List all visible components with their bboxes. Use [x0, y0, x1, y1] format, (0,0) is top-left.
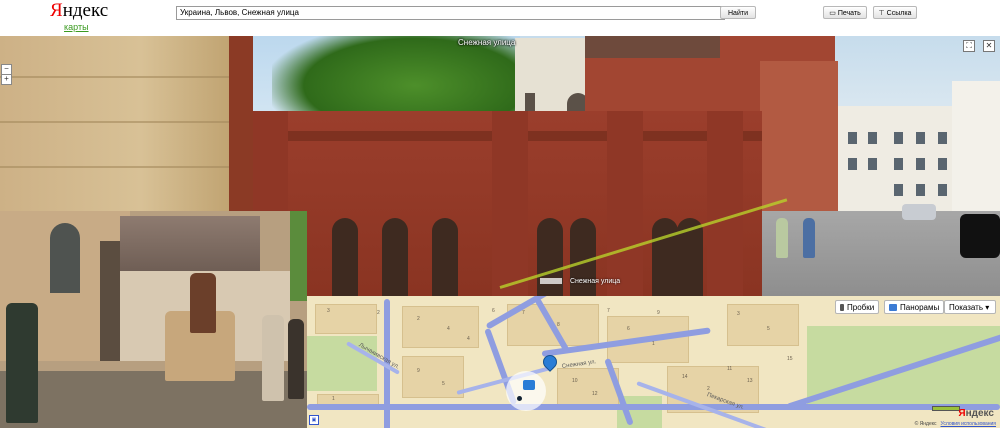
house-number: 4 — [447, 326, 450, 332]
house-number: 3 — [327, 308, 330, 314]
rider-figure — [190, 273, 216, 333]
panorama-street-title: Снежная улица — [458, 38, 516, 47]
house-number: 6 — [627, 326, 630, 332]
house-number: 2 — [417, 316, 420, 322]
pedestrian — [803, 218, 815, 258]
house-number: 1 — [332, 396, 335, 402]
house-number: 1 — [652, 341, 655, 347]
film-still-overlay — [0, 211, 307, 428]
pedestrian — [776, 218, 788, 258]
zoom-in-button[interactable]: + — [1, 74, 12, 85]
dark-wall — [100, 241, 122, 361]
tiled-roof — [120, 216, 260, 271]
house-number: 7 — [522, 310, 525, 316]
link-label: Ссылка — [886, 10, 912, 17]
map-block — [402, 356, 464, 398]
house-number: 7 — [607, 308, 610, 314]
traffic-button[interactable]: Пробки — [835, 300, 880, 314]
parked-car-black — [960, 214, 1000, 258]
terms-link[interactable]: Условия использования — [941, 421, 997, 427]
cobble-street — [0, 371, 307, 428]
house-number: 13 — [747, 378, 753, 384]
panorama-icon — [889, 304, 897, 311]
street-label-text: Снежная улица — [570, 278, 621, 285]
house-number: 4 — [467, 336, 470, 342]
show-dropdown[interactable]: Показать ▾ — [944, 300, 996, 314]
printer-icon: ▭ — [829, 10, 836, 17]
logo-wordmark: Яндекс — [50, 0, 109, 21]
panoramas-label: Панорамы — [900, 303, 940, 312]
white-building — [838, 106, 958, 216]
greenery — [290, 211, 307, 301]
panorama-street-label[interactable]: Снежная улица — [540, 278, 620, 285]
position-dot — [517, 396, 522, 401]
house-number: 11 — [727, 366, 733, 372]
house-number: 5 — [442, 381, 445, 387]
parked-car — [902, 204, 936, 220]
house-number: 15 — [787, 356, 793, 362]
person-figure — [262, 315, 284, 401]
house-number: 9 — [657, 310, 660, 316]
maps-link[interactable]: карты — [64, 22, 89, 32]
house-number: 5 — [767, 326, 770, 332]
chevron-down-icon: ▾ — [985, 303, 990, 312]
map-footer: © Яндекс Условия использования — [915, 421, 996, 427]
print-button[interactable]: ▭ Печать — [823, 6, 867, 19]
camera-icon — [523, 380, 535, 390]
fullscreen-icon[interactable]: ⛶ — [963, 40, 975, 52]
copyright-text: © Яндекс — [914, 421, 937, 427]
person-figure — [288, 319, 304, 399]
house-number: 10 — [572, 378, 578, 384]
mini-map[interactable]: Лычакивская ул. Пекарская ул. Снежная ул… — [307, 296, 1000, 428]
panoramas-button[interactable]: Панорамы — [884, 300, 945, 314]
map-layers-icon[interactable]: ▣ — [309, 415, 319, 425]
brick-fence — [252, 111, 762, 296]
close-icon[interactable]: ✕ — [983, 40, 995, 52]
yandex-logo[interactable]: Яндекс карты — [50, 0, 109, 32]
map-road — [307, 404, 1000, 410]
woman-figure — [6, 303, 38, 423]
top-bar: Яндекс карты Украина, Львов, Снежная ули… — [0, 0, 1000, 36]
old-wall — [0, 36, 235, 211]
direction-arrow-icon[interactable] — [540, 278, 562, 285]
link-button[interactable]: ⊤ Ссылка — [873, 6, 917, 19]
search-input[interactable]: Украина, Львов, Снежная улица — [176, 6, 725, 20]
house-number: 14 — [682, 374, 688, 380]
arched-window — [50, 223, 80, 293]
traffic-icon — [840, 304, 844, 311]
house-number: 2 — [707, 386, 710, 392]
corner-building — [952, 81, 1000, 231]
map-park — [307, 336, 377, 391]
show-label: Показать — [949, 303, 984, 312]
house-number: 8 — [557, 322, 560, 328]
panorama-view-marker[interactable] — [506, 371, 546, 411]
traffic-label: Пробки — [847, 303, 875, 312]
house-number: 12 — [592, 391, 598, 397]
print-label: Печать — [837, 10, 861, 17]
map-scale-bar — [932, 406, 960, 411]
drain-pipe — [229, 36, 253, 211]
house-number: 3 — [737, 311, 740, 317]
map-yandex-logo: Яндекс — [958, 408, 994, 419]
house-number: 2 — [377, 310, 380, 316]
link-icon: ⊤ — [878, 10, 885, 17]
house-number: 9 — [417, 368, 420, 374]
house-number: 6 — [492, 308, 495, 314]
find-button[interactable]: Найти — [720, 6, 756, 19]
map-block — [315, 304, 377, 334]
